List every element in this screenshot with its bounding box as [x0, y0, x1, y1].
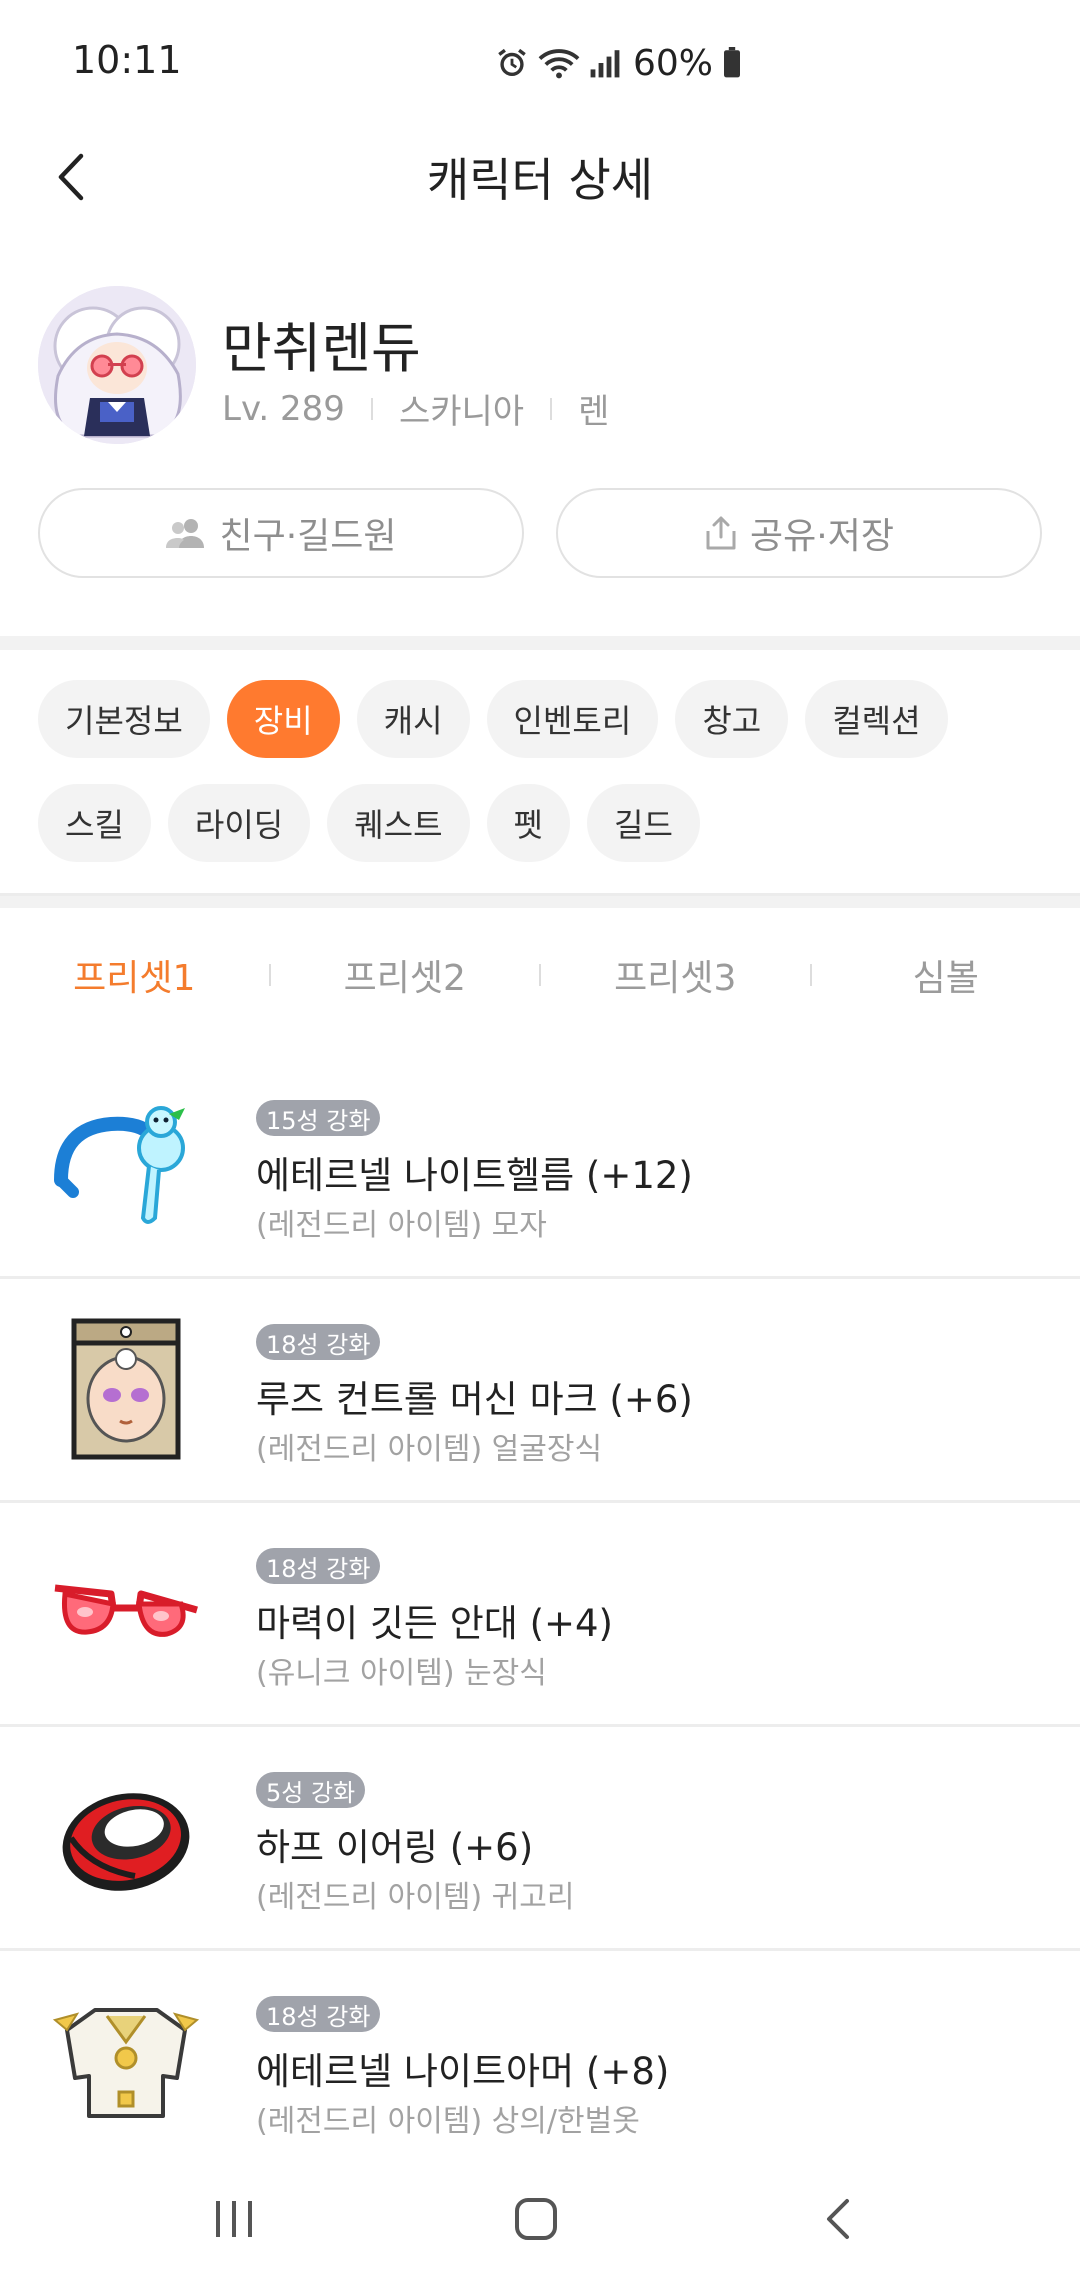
eye-accessory-icon — [48, 1543, 204, 1683]
share-save-label: 공유·저장 — [750, 516, 894, 557]
character-meta: Lv. 289 스카니아 렌 — [222, 384, 609, 433]
item-name: 하프 이어링 (+6) — [256, 1826, 534, 1869]
enhance-badge: 18성 강화 — [256, 1996, 381, 2032]
system-nav-bar — [0, 2160, 1080, 2280]
enhance-badge: 15성 강화 — [256, 1100, 381, 1136]
list-item[interactable]: 18성 강화 마력이 깃든 안대 (+4) (유니크 아이템) 눈장식 — [0, 1503, 1080, 1727]
tab-guild[interactable]: 길드 — [587, 784, 700, 862]
item-type: (레전드리 아이템) 얼굴장식 — [256, 1432, 603, 1467]
home-button[interactable] — [496, 2184, 576, 2254]
friends-guild-button[interactable]: 친구·길드원 — [38, 488, 524, 578]
chip-row: 스킬 라이딩 퀘스트 펫 길드 — [38, 784, 1048, 862]
status-time: 10:11 — [72, 38, 182, 82]
item-name: 마력이 깃든 안대 (+4) — [256, 1602, 613, 1645]
recent-apps-button[interactable] — [194, 2184, 274, 2254]
tab-quest[interactable]: 퀘스트 — [327, 784, 470, 862]
equipment-list: 15성 강화 에테르넬 나이트헬름 (+12) (레전드리 아이템) 모자 18… — [0, 1055, 1080, 2175]
enhance-badge: 18성 강화 — [256, 1324, 381, 1360]
page-title: 캐릭터 상세 — [426, 153, 654, 207]
category-tabs: 기본정보 장비 캐시 인벤토리 창고 컬렉션 스킬 라이딩 퀘스트 펫 길드 — [38, 680, 1048, 888]
list-item[interactable]: 15성 강화 에테르넬 나이트헬름 (+12) (레전드리 아이템) 모자 — [0, 1055, 1080, 1279]
tab-pet[interactable]: 펫 — [486, 784, 570, 862]
character-name: 만취렌듀 — [222, 317, 421, 380]
item-name: 에테르넬 나이트헬름 (+12) — [256, 1154, 693, 1197]
character-world: 스카니아 — [398, 392, 525, 432]
enhance-badge: 5성 강화 — [256, 1772, 366, 1808]
tab-riding[interactable]: 라이딩 — [167, 784, 311, 862]
action-buttons: 친구·길드원 공유·저장 — [38, 488, 1042, 580]
app-bar: 캐릭터 상세 — [0, 120, 1080, 235]
preset-tab-2[interactable]: 프리셋2 — [271, 949, 540, 1001]
wifi-icon — [537, 46, 581, 80]
tab-inventory[interactable]: 인벤토리 — [486, 680, 659, 758]
section-divider — [0, 636, 1080, 650]
battery-percent: 60% — [633, 42, 714, 84]
tab-collection[interactable]: 컬렉션 — [805, 680, 948, 758]
home-icon — [515, 2198, 557, 2240]
tab-cash[interactable]: 캐시 — [356, 680, 470, 758]
helmet-icon — [48, 1095, 204, 1235]
meta-divider — [370, 397, 373, 420]
item-type: (레전드리 아이템) 모자 — [256, 1208, 547, 1243]
preset-tab-symbol[interactable]: 심볼 — [812, 949, 1080, 1001]
battery-icon — [721, 47, 743, 79]
character-avatar — [38, 286, 196, 444]
preset-tab-1[interactable]: 프리셋1 — [0, 949, 269, 1001]
face-accessory-icon — [48, 1318, 204, 1460]
character-profile: 만취렌듀 Lv. 289 스카니아 렌 — [0, 280, 1080, 450]
tab-skill[interactable]: 스킬 — [38, 784, 151, 862]
friends-guild-label: 친구·길드원 — [219, 516, 397, 557]
people-icon — [166, 519, 205, 548]
preset-tabs: 프리셋1 프리셋2 프리셋3 심볼 — [0, 935, 1080, 1015]
share-icon — [706, 516, 736, 550]
item-type: (레전드리 아이템) 상의/한벌옷 — [256, 2104, 640, 2139]
meta-divider — [550, 397, 553, 420]
character-level: Lv. 289 — [222, 388, 345, 429]
armor-icon — [48, 1991, 204, 2131]
item-type: (레전드리 아이템) 귀고리 — [256, 1880, 575, 1915]
item-type: (유니크 아이템) 눈장식 — [256, 1656, 547, 1691]
system-back-button[interactable] — [798, 2184, 878, 2254]
list-item[interactable]: 5성 강화 하프 이어링 (+6) (레전드리 아이템) 귀고리 — [0, 1727, 1080, 1951]
list-item[interactable]: 18성 강화 루즈 컨트롤 머신 마크 (+6) (레전드리 아이템) 얼굴장식 — [0, 1279, 1080, 1503]
status-bar: 10:11 60% — [0, 0, 1080, 120]
recent-apps-icon — [216, 2201, 252, 2237]
tab-storage[interactable]: 창고 — [675, 680, 789, 758]
section-divider — [0, 896, 1080, 908]
character-job: 렌 — [578, 392, 610, 432]
back-icon — [827, 2199, 849, 2239]
list-item[interactable]: 18성 강화 에테르넬 나이트아머 (+8) (레전드리 아이템) 상의/한벌옷 — [0, 1951, 1080, 2175]
alarm-icon — [495, 46, 529, 80]
tab-equipment[interactable]: 장비 — [226, 680, 340, 758]
share-save-button[interactable]: 공유·저장 — [556, 488, 1042, 578]
earring-icon — [48, 1767, 204, 1907]
chip-row: 기본정보 장비 캐시 인벤토리 창고 컬렉션 — [38, 680, 1048, 758]
enhance-badge: 18성 강화 — [256, 1548, 381, 1584]
item-name: 루즈 컨트롤 머신 마크 (+6) — [256, 1378, 693, 1421]
tab-basic-info[interactable]: 기본정보 — [38, 680, 210, 758]
signal-icon — [589, 47, 621, 79]
status-icons: 60% — [495, 38, 743, 88]
preset-tab-3[interactable]: 프리셋3 — [541, 949, 810, 1001]
item-name: 에테르넬 나이트아머 (+8) — [256, 2050, 670, 2093]
